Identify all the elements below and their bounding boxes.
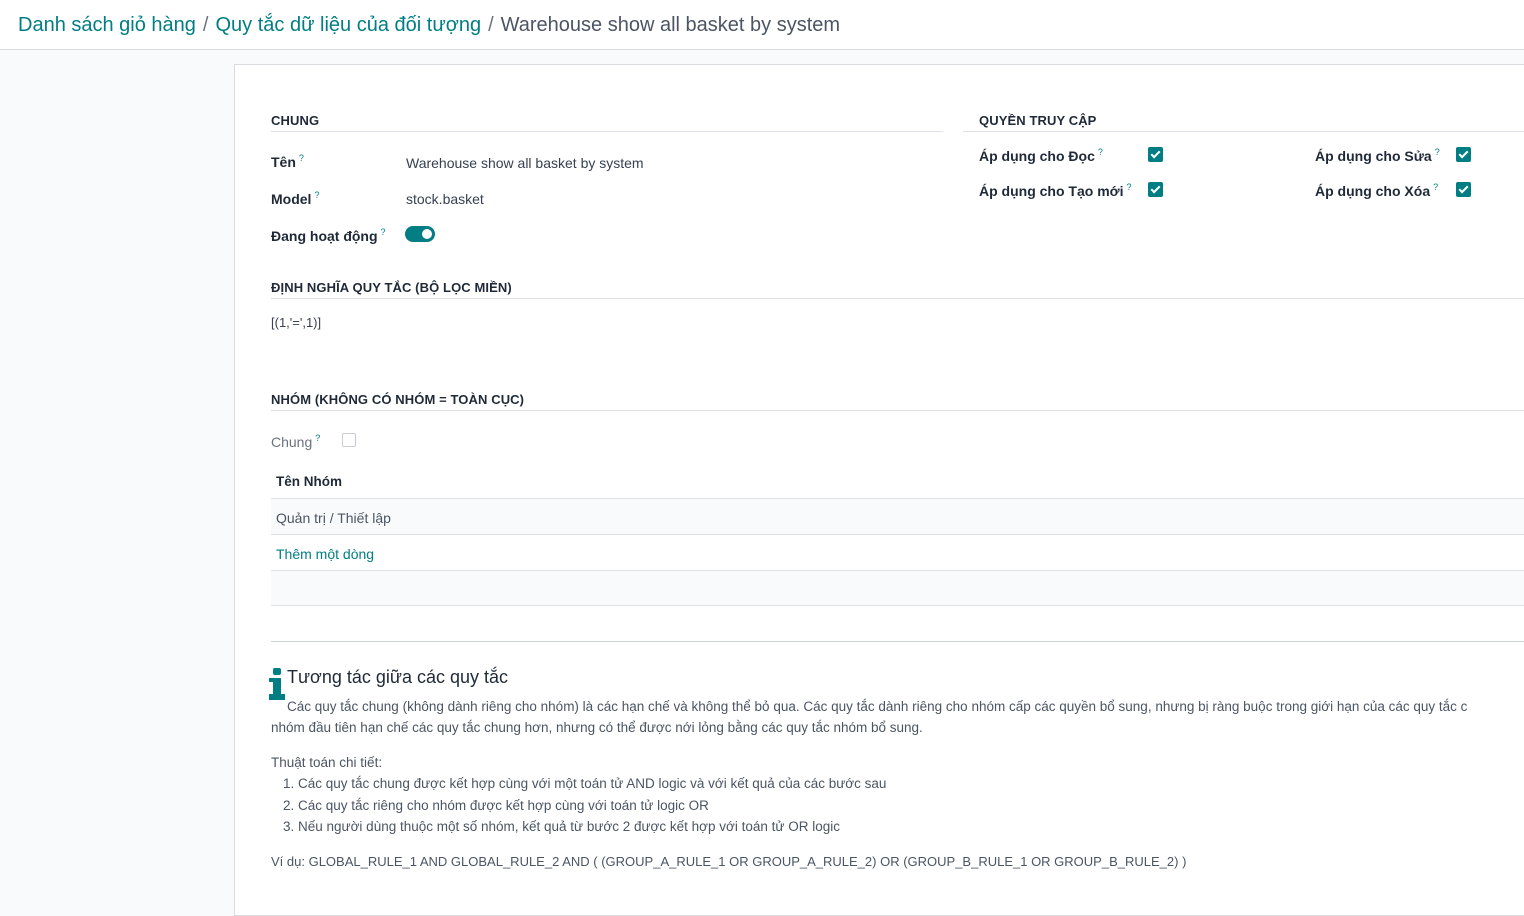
help-title: Tương tác giữa các quy tắc	[287, 667, 509, 687]
apply-read-label: Áp dụng cho Đọc?	[979, 147, 1103, 164]
algorithm-title: Thuật toán chi tiết:	[271, 755, 383, 770]
name-label: Tên?	[271, 153, 304, 170]
model-field[interactable]: stock.basket	[406, 191, 484, 207]
domain-field[interactable]: [(1,'=',1)]	[271, 315, 321, 330]
help-separator	[271, 641, 1524, 642]
apply-write-checkbox[interactable]	[1456, 147, 1471, 162]
help-tooltip-icon[interactable]: ?	[299, 153, 304, 163]
group-row-name[interactable]: Quản trị / Thiết lập	[276, 510, 391, 526]
help-paragraph-line1: Các quy tắc chung (không dành riêng cho …	[287, 699, 1468, 714]
help-tooltip-icon[interactable]: ?	[315, 433, 320, 443]
groups-divider	[271, 410, 1524, 411]
breadcrumb-basket-list[interactable]: Danh sách giỏ hàng	[18, 14, 196, 36]
breadcrumb-current: Warehouse show all basket by system	[500, 14, 841, 36]
help-tooltip-icon[interactable]: ?	[1433, 182, 1438, 192]
active-label: Đang hoạt động?	[271, 227, 386, 244]
breadcrumb-record-rules[interactable]: Quy tắc dữ liệu của đối tượng	[215, 14, 481, 36]
rule-definition-title: ĐỊNH NGHĨA QUY TẮC (BỘ LỌC MIỀN)	[271, 280, 512, 295]
help-paragraph-line2: nhóm đầu tiên hạn chế các quy tắc chung …	[271, 720, 923, 735]
help-tooltip-icon[interactable]: ?	[381, 227, 386, 237]
general-section-title: CHUNG	[271, 113, 320, 128]
rule-definition-divider	[271, 298, 1524, 299]
breadcrumb: Danh sách giỏ hàng / Quy tắc dữ liệu của đ…	[18, 13, 840, 37]
access-section-title: QUYỀN TRUY CẬP	[979, 113, 1097, 128]
add-line-link[interactable]: Thêm một dòng	[276, 546, 374, 562]
help-tooltip-icon[interactable]: ?	[1098, 147, 1103, 157]
table-row[interactable]	[271, 499, 1524, 534]
name-label-text: Tên	[271, 154, 296, 170]
apply-create-label-text: Áp dụng cho Tạo mới	[979, 183, 1124, 199]
global-checkbox[interactable]	[342, 433, 356, 447]
apply-create-checkbox[interactable]	[1148, 182, 1163, 197]
apply-delete-label: Áp dụng cho Xóa?	[1315, 182, 1438, 199]
general-divider	[271, 131, 943, 132]
table-row-divider	[271, 534, 1524, 535]
group-name-column-header[interactable]: Tên Nhóm	[276, 474, 342, 489]
active-label-text: Đang hoạt động	[271, 228, 378, 244]
active-toggle[interactable]	[405, 226, 435, 242]
form-sheet: CHUNG Tên? Warehouse show all basket by …	[234, 64, 1524, 916]
breadcrumb-separator: /	[202, 14, 209, 36]
algorithm-step: 3. Nếu người dùng thuộc một số nhóm, kết…	[283, 819, 840, 834]
algorithm-step: 2. Các quy tắc riêng cho nhóm được kết h…	[283, 798, 709, 813]
model-label: Model?	[271, 190, 319, 207]
name-field[interactable]: Warehouse show all basket by system	[406, 155, 644, 171]
apply-read-label-text: Áp dụng cho Đọc	[979, 148, 1095, 164]
example-text: Ví dụ: GLOBAL_RULE_1 AND GLOBAL_RULE_2 A…	[271, 854, 1187, 869]
global-label: Chung?	[271, 433, 320, 450]
apply-delete-label-text: Áp dụng cho Xóa	[1315, 183, 1431, 199]
table-bottom-divider	[271, 605, 1524, 606]
algorithm-step: 1. Các quy tắc chung được kết hợp cùng v…	[283, 776, 887, 791]
access-divider	[963, 131, 1524, 132]
breadcrumb-separator: /	[488, 14, 494, 36]
global-label-text: Chung	[271, 434, 313, 450]
help-tooltip-icon[interactable]: ?	[1127, 182, 1132, 192]
help-tooltip-icon[interactable]: ?	[1435, 147, 1440, 157]
info-icon	[269, 668, 285, 700]
apply-write-label-text: Áp dụng cho Sửa	[1315, 148, 1432, 164]
groups-section-title: NHÓM (KHÔNG CÓ NHÓM = TOÀN CỤC)	[271, 392, 525, 407]
top-bar: Danh sách giỏ hàng / Quy tắc dữ liệu của đ…	[0, 0, 1524, 50]
model-label-text: Model	[271, 191, 312, 207]
apply-read-checkbox[interactable]	[1148, 147, 1163, 162]
apply-delete-checkbox[interactable]	[1456, 182, 1471, 197]
help-tooltip-icon[interactable]: ?	[314, 190, 319, 200]
apply-write-label: Áp dụng cho Sửa?	[1315, 147, 1440, 164]
table-empty-row	[271, 571, 1524, 605]
apply-create-label: Áp dụng cho Tạo mới?	[979, 182, 1132, 199]
